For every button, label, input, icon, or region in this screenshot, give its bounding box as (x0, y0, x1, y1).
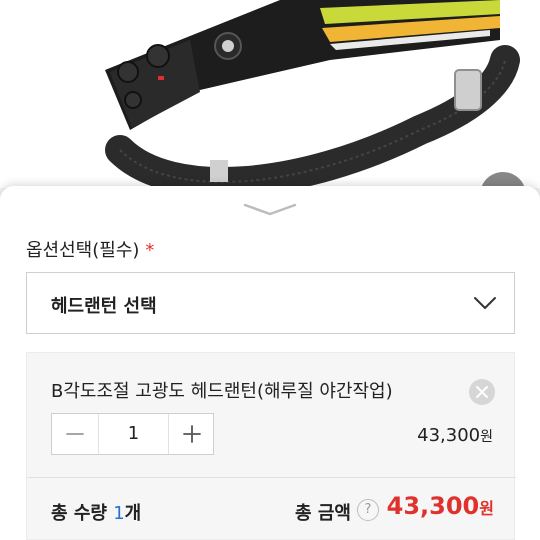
total-amount: 43,300원 (382, 492, 494, 520)
item-price: 43,300원 (357, 425, 493, 446)
product-image (0, 0, 540, 200)
item-price-unit: 원 (480, 429, 493, 445)
summary-divider (27, 477, 516, 478)
option-bottom-sheet: 옵션선택(필수) * 헤드랜턴 선택 B각도조절 고광도 헤드랜턴(해루질 야간작… (0, 186, 540, 540)
item-price-value: 43,300 (417, 425, 481, 446)
quantity-stepper: 1 (51, 413, 214, 455)
minus-icon (66, 433, 84, 435)
help-icon[interactable]: ? (357, 499, 379, 521)
total-quantity-prefix: 총 수량 (51, 503, 114, 524)
quantity-value[interactable]: 1 (98, 414, 169, 454)
option-label: 옵션선택(필수) * (26, 236, 154, 262)
decrease-quantity-button[interactable] (52, 414, 98, 454)
total-amount-unit: 원 (479, 499, 494, 518)
plus-icon (183, 425, 201, 443)
total-quantity-suffix: 개 (124, 503, 142, 524)
option-label-text: 옵션선택(필수) (26, 240, 140, 261)
sheet-collapse-chevron-icon[interactable] (241, 200, 299, 218)
close-icon (476, 386, 488, 398)
total-quantity: 총 수량 1개 (51, 499, 141, 525)
required-mark: * (145, 240, 155, 261)
total-amount-value: 43,300 (386, 492, 480, 520)
selected-item-card: B각도조절 고광도 헤드랜턴(해루질 야간작업) 1 43,300원 총 수량 … (26, 352, 516, 540)
headlamp-illustration (0, 0, 540, 200)
remove-item-button[interactable] (469, 379, 495, 405)
selected-item-name: B각도조절 고광도 헤드랜턴(해루질 야간작업) (51, 381, 393, 402)
option-select[interactable]: 헤드랜턴 선택 (26, 272, 515, 334)
increase-quantity-button[interactable] (169, 414, 215, 454)
option-select-value: 헤드랜턴 선택 (51, 296, 157, 317)
chevron-down-icon (474, 297, 496, 309)
total-amount-label: 총 금액 (295, 503, 351, 524)
total-quantity-value: 1 (113, 503, 125, 524)
